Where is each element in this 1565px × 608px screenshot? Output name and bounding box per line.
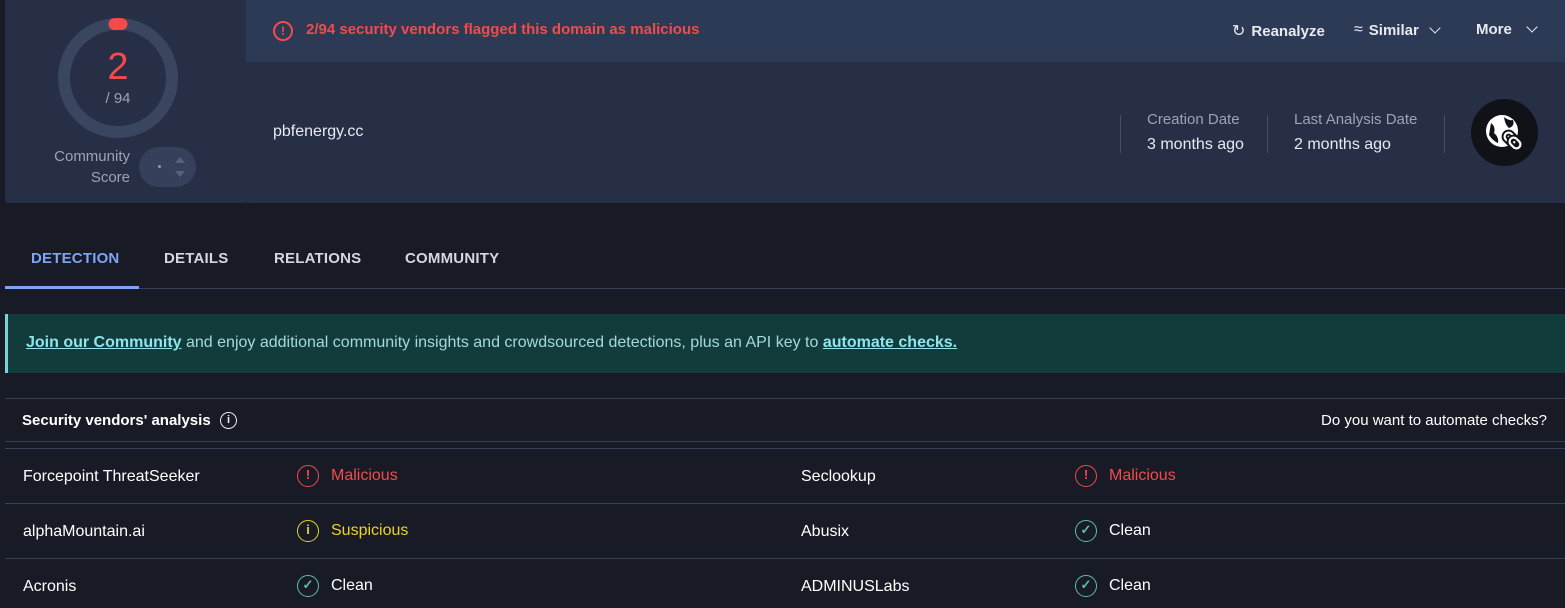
vendor-result-label: Malicious (331, 467, 398, 484)
similar-label: Similar (1368, 21, 1419, 39)
vendor-result-label: Suspicious (331, 522, 409, 539)
alert-text: 2/94 security vendors flagged this domai… (306, 21, 700, 38)
vendor-result: ! Malicious (1075, 465, 1176, 487)
info-circle-icon: i (297, 520, 319, 542)
vendor-result: i Suspicious (297, 520, 408, 542)
vendor-result-label: Malicious (1109, 467, 1176, 484)
creation-date-value: 3 months ago (1147, 136, 1244, 153)
reanalyze-button[interactable]: ↻ Reanalyze (1232, 21, 1325, 41)
community-banner: Join our Community and enjoy additional … (5, 314, 1565, 373)
vote-neutral-dot (158, 165, 161, 168)
table-row: alphaMountain.ai i Suspicious Abusix ✓ C… (5, 504, 1565, 559)
vendor-name: Acronis (23, 578, 77, 595)
reanalyze-label: Reanalyze (1251, 22, 1325, 40)
join-community-link[interactable]: Join our Community (26, 334, 182, 351)
last-analysis-date-value: 2 months ago (1294, 136, 1391, 153)
check-circle-icon: ✓ (297, 575, 319, 597)
more-button[interactable]: More (1476, 21, 1538, 38)
vendor-result: ✓ Clean (297, 575, 373, 597)
vendors-header: Security vendors' analysis i Do you want… (5, 398, 1565, 442)
automate-checks-question[interactable]: Do you want to automate checks? (1321, 412, 1547, 429)
community-vote-control[interactable] (139, 147, 196, 187)
creation-date-label: Creation Date (1147, 111, 1240, 128)
chevron-down-icon (1429, 21, 1441, 34)
vendor-name: ADMINUSLabs (801, 578, 910, 595)
last-analysis-date-label: Last Analysis Date (1294, 111, 1418, 128)
alert-circle-icon: ! (273, 21, 293, 41)
divider (1120, 115, 1121, 153)
alert-circle-icon: ! (297, 465, 319, 487)
tab-community[interactable]: COMMUNITY (405, 250, 499, 267)
tab-detection[interactable]: DETECTION (31, 250, 119, 267)
detection-total: / 94 (105, 90, 131, 107)
vote-up-icon[interactable] (175, 157, 185, 163)
vendor-result: ! Malicious (297, 465, 398, 487)
section-tabs: DETECTION DETAILS RELATIONS COMMUNITY (5, 230, 1565, 289)
domain-header-card: ! 2/94 security vendors flagged this dom… (246, 0, 1565, 203)
alert-circle-icon: ! (1075, 465, 1097, 487)
community-score-label: Community Score (54, 148, 130, 186)
banner-middle-text: and enjoy additional community insights … (181, 334, 823, 351)
vendor-result-label: Clean (1109, 522, 1151, 539)
vendor-result-label: Clean (1109, 577, 1151, 594)
chevron-down-icon (1526, 21, 1538, 33)
table-row: Acronis ✓ Clean ADMINUSLabs ✓ Clean (5, 559, 1565, 608)
detection-count: 2 (107, 46, 129, 88)
active-tab-indicator (5, 286, 139, 289)
check-circle-icon: ✓ (1075, 520, 1097, 542)
automate-checks-link[interactable]: automate checks. (823, 334, 957, 351)
refresh-icon: ↻ (1232, 23, 1246, 40)
more-label: More (1476, 21, 1512, 38)
vendors-title: Security vendors' analysis (22, 412, 211, 429)
tab-details[interactable]: DETAILS (164, 250, 228, 267)
vendor-name: Seclookup (801, 468, 876, 485)
info-icon[interactable]: i (220, 412, 237, 429)
vendor-name: alphaMountain.ai (23, 523, 145, 540)
tab-relations[interactable]: RELATIONS (274, 250, 361, 267)
waves-icon: ≈ (1354, 21, 1363, 38)
banner-text: Join our Community and enjoy additional … (26, 334, 957, 352)
divider (1267, 115, 1268, 153)
alert-bar: ! 2/94 security vendors flagged this dom… (246, 0, 1565, 62)
detection-score-card: 2 / 94 Community Score (5, 0, 249, 203)
table-row: Forcepoint ThreatSeeker ! Malicious Secl… (5, 449, 1565, 504)
vendor-result: ✓ Clean (1075, 575, 1151, 597)
divider (1444, 115, 1445, 153)
vendor-name: Forcepoint ThreatSeeker (23, 468, 200, 485)
globe-link-icon (1471, 99, 1538, 166)
vendors-table: Forcepoint ThreatSeeker ! Malicious Secl… (5, 448, 1565, 608)
similar-button[interactable]: ≈ Similar (1354, 21, 1441, 39)
domain-name[interactable]: pbfenergy.cc (273, 123, 363, 141)
vendor-name: Abusix (801, 523, 850, 540)
vendor-result-label: Clean (331, 577, 373, 594)
check-circle-icon: ✓ (1075, 575, 1097, 597)
vote-down-icon[interactable] (175, 171, 185, 177)
vendor-result: ✓ Clean (1075, 520, 1151, 542)
